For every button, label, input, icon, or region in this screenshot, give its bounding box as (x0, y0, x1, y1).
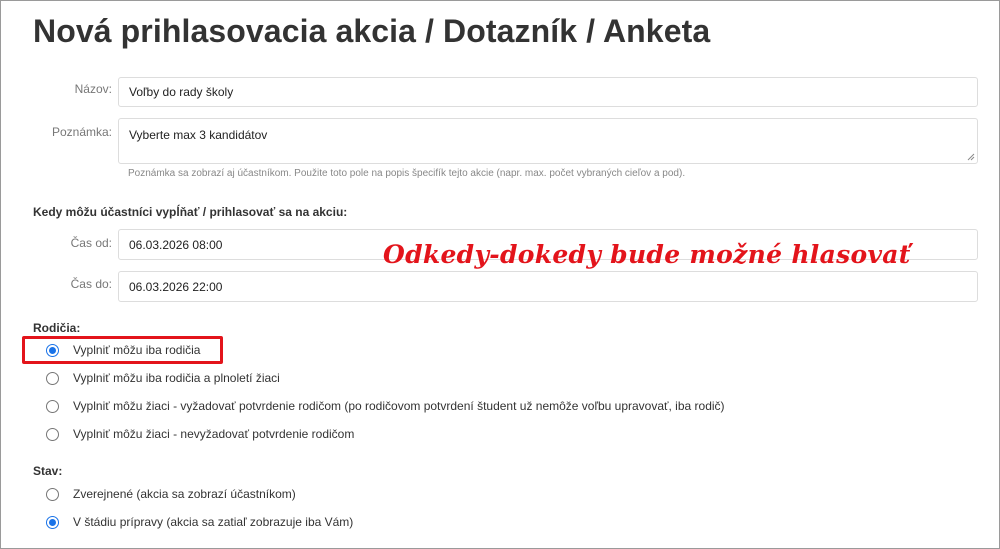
radio-label: Vyplniť môžu žiaci - vyžadovať potvrdeni… (73, 399, 725, 413)
parents-heading: Rodičia: (33, 321, 81, 335)
name-input[interactable]: Voľby do rady školy (118, 77, 978, 107)
note-textarea-value: Vyberte max 3 kandidátov (129, 128, 268, 142)
note-label: Poznámka: (51, 125, 112, 139)
radio-label: V štádiu prípravy (akcia sa zatiaľ zobra… (73, 515, 354, 529)
status-option-in-preparation[interactable]: V štádiu prípravy (akcia sa zatiaľ zobra… (46, 513, 353, 531)
note-textarea[interactable]: Vyberte max 3 kandidátov (118, 118, 978, 164)
status-heading: Stav: (33, 464, 63, 478)
status-option-published[interactable]: Zverejnené (akcia sa zobrazí účastníkom) (46, 485, 296, 503)
radio-button[interactable] (46, 487, 59, 501)
radio-button[interactable] (46, 371, 59, 385)
radio-label: Vyplniť môžu žiaci - nevyžadovať potvrde… (73, 427, 355, 441)
parents-option-students-no-confirmation[interactable]: Vyplniť môžu žiaci - nevyžadovať potvrde… (46, 425, 354, 443)
radio-button-checked[interactable] (46, 515, 59, 529)
parents-option-parents-and-adult-students[interactable]: Vyplniť môžu iba rodičia a plnoletí žiac… (46, 369, 280, 387)
name-label: Názov: (74, 82, 112, 96)
note-help-text: Poznámka sa zobrazí aj účastníkom. Použi… (128, 168, 686, 179)
parents-option-students-require-confirmation[interactable]: Vyplniť môžu žiaci - vyžadovať potvrdeni… (46, 397, 725, 415)
page-title: Nová prihlasovacia akcia / Dotazník / An… (33, 13, 711, 49)
time-from-label: Čas od: (70, 236, 112, 250)
radio-button[interactable] (46, 399, 59, 413)
radio-button[interactable] (46, 427, 59, 441)
radio-label: Zverejnené (akcia sa zobrazí účastníkom) (73, 487, 296, 501)
time-to-label: Čas do: (70, 277, 112, 291)
schedule-heading: Kedy môžu účastníci vypĺňať / prihlasova… (33, 205, 348, 219)
handwritten-annotation: Odkedy-dokedy bude možné hlasovať (383, 240, 911, 269)
time-to-input[interactable]: 06.03.2026 22:00 (118, 271, 978, 302)
resize-handle-icon[interactable] (967, 153, 975, 161)
radio-label: Vyplniť môžu iba rodičia a plnoletí žiac… (73, 371, 280, 385)
highlight-box (22, 336, 223, 364)
